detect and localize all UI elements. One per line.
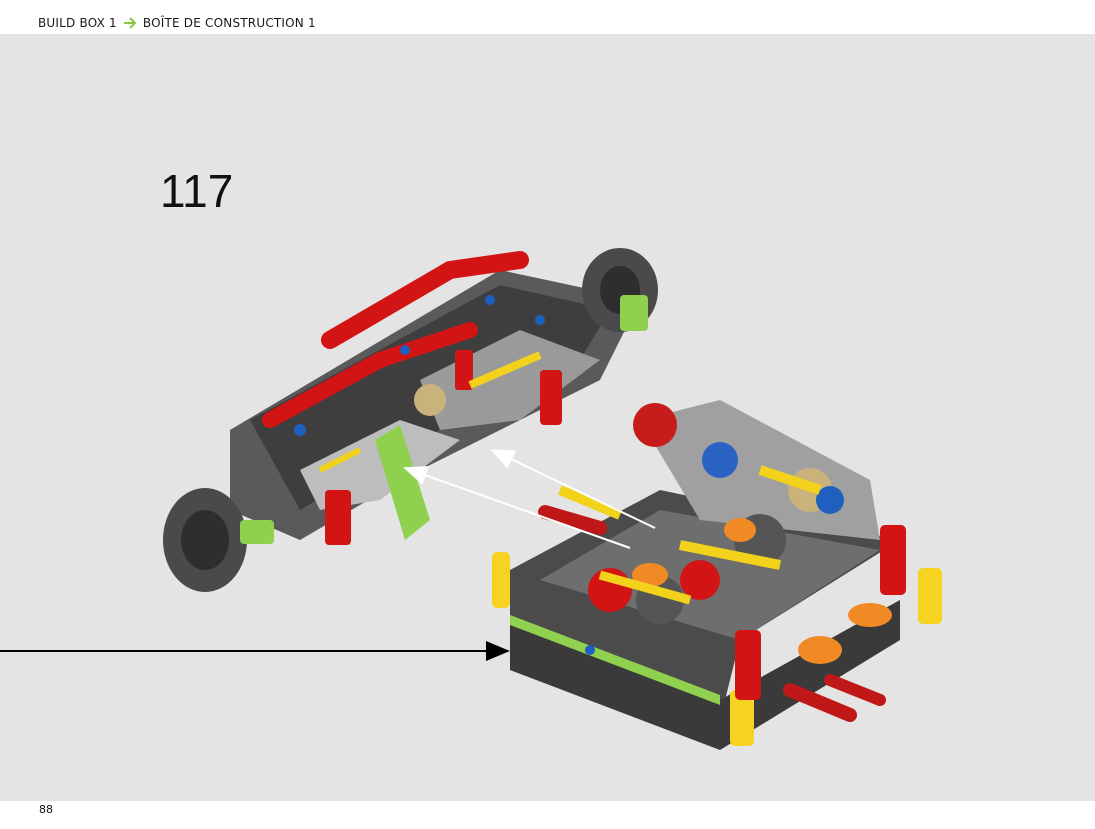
page-number: 88 <box>39 803 53 816</box>
gearbox-assembly <box>492 400 942 750</box>
build-illustration <box>0 248 942 750</box>
